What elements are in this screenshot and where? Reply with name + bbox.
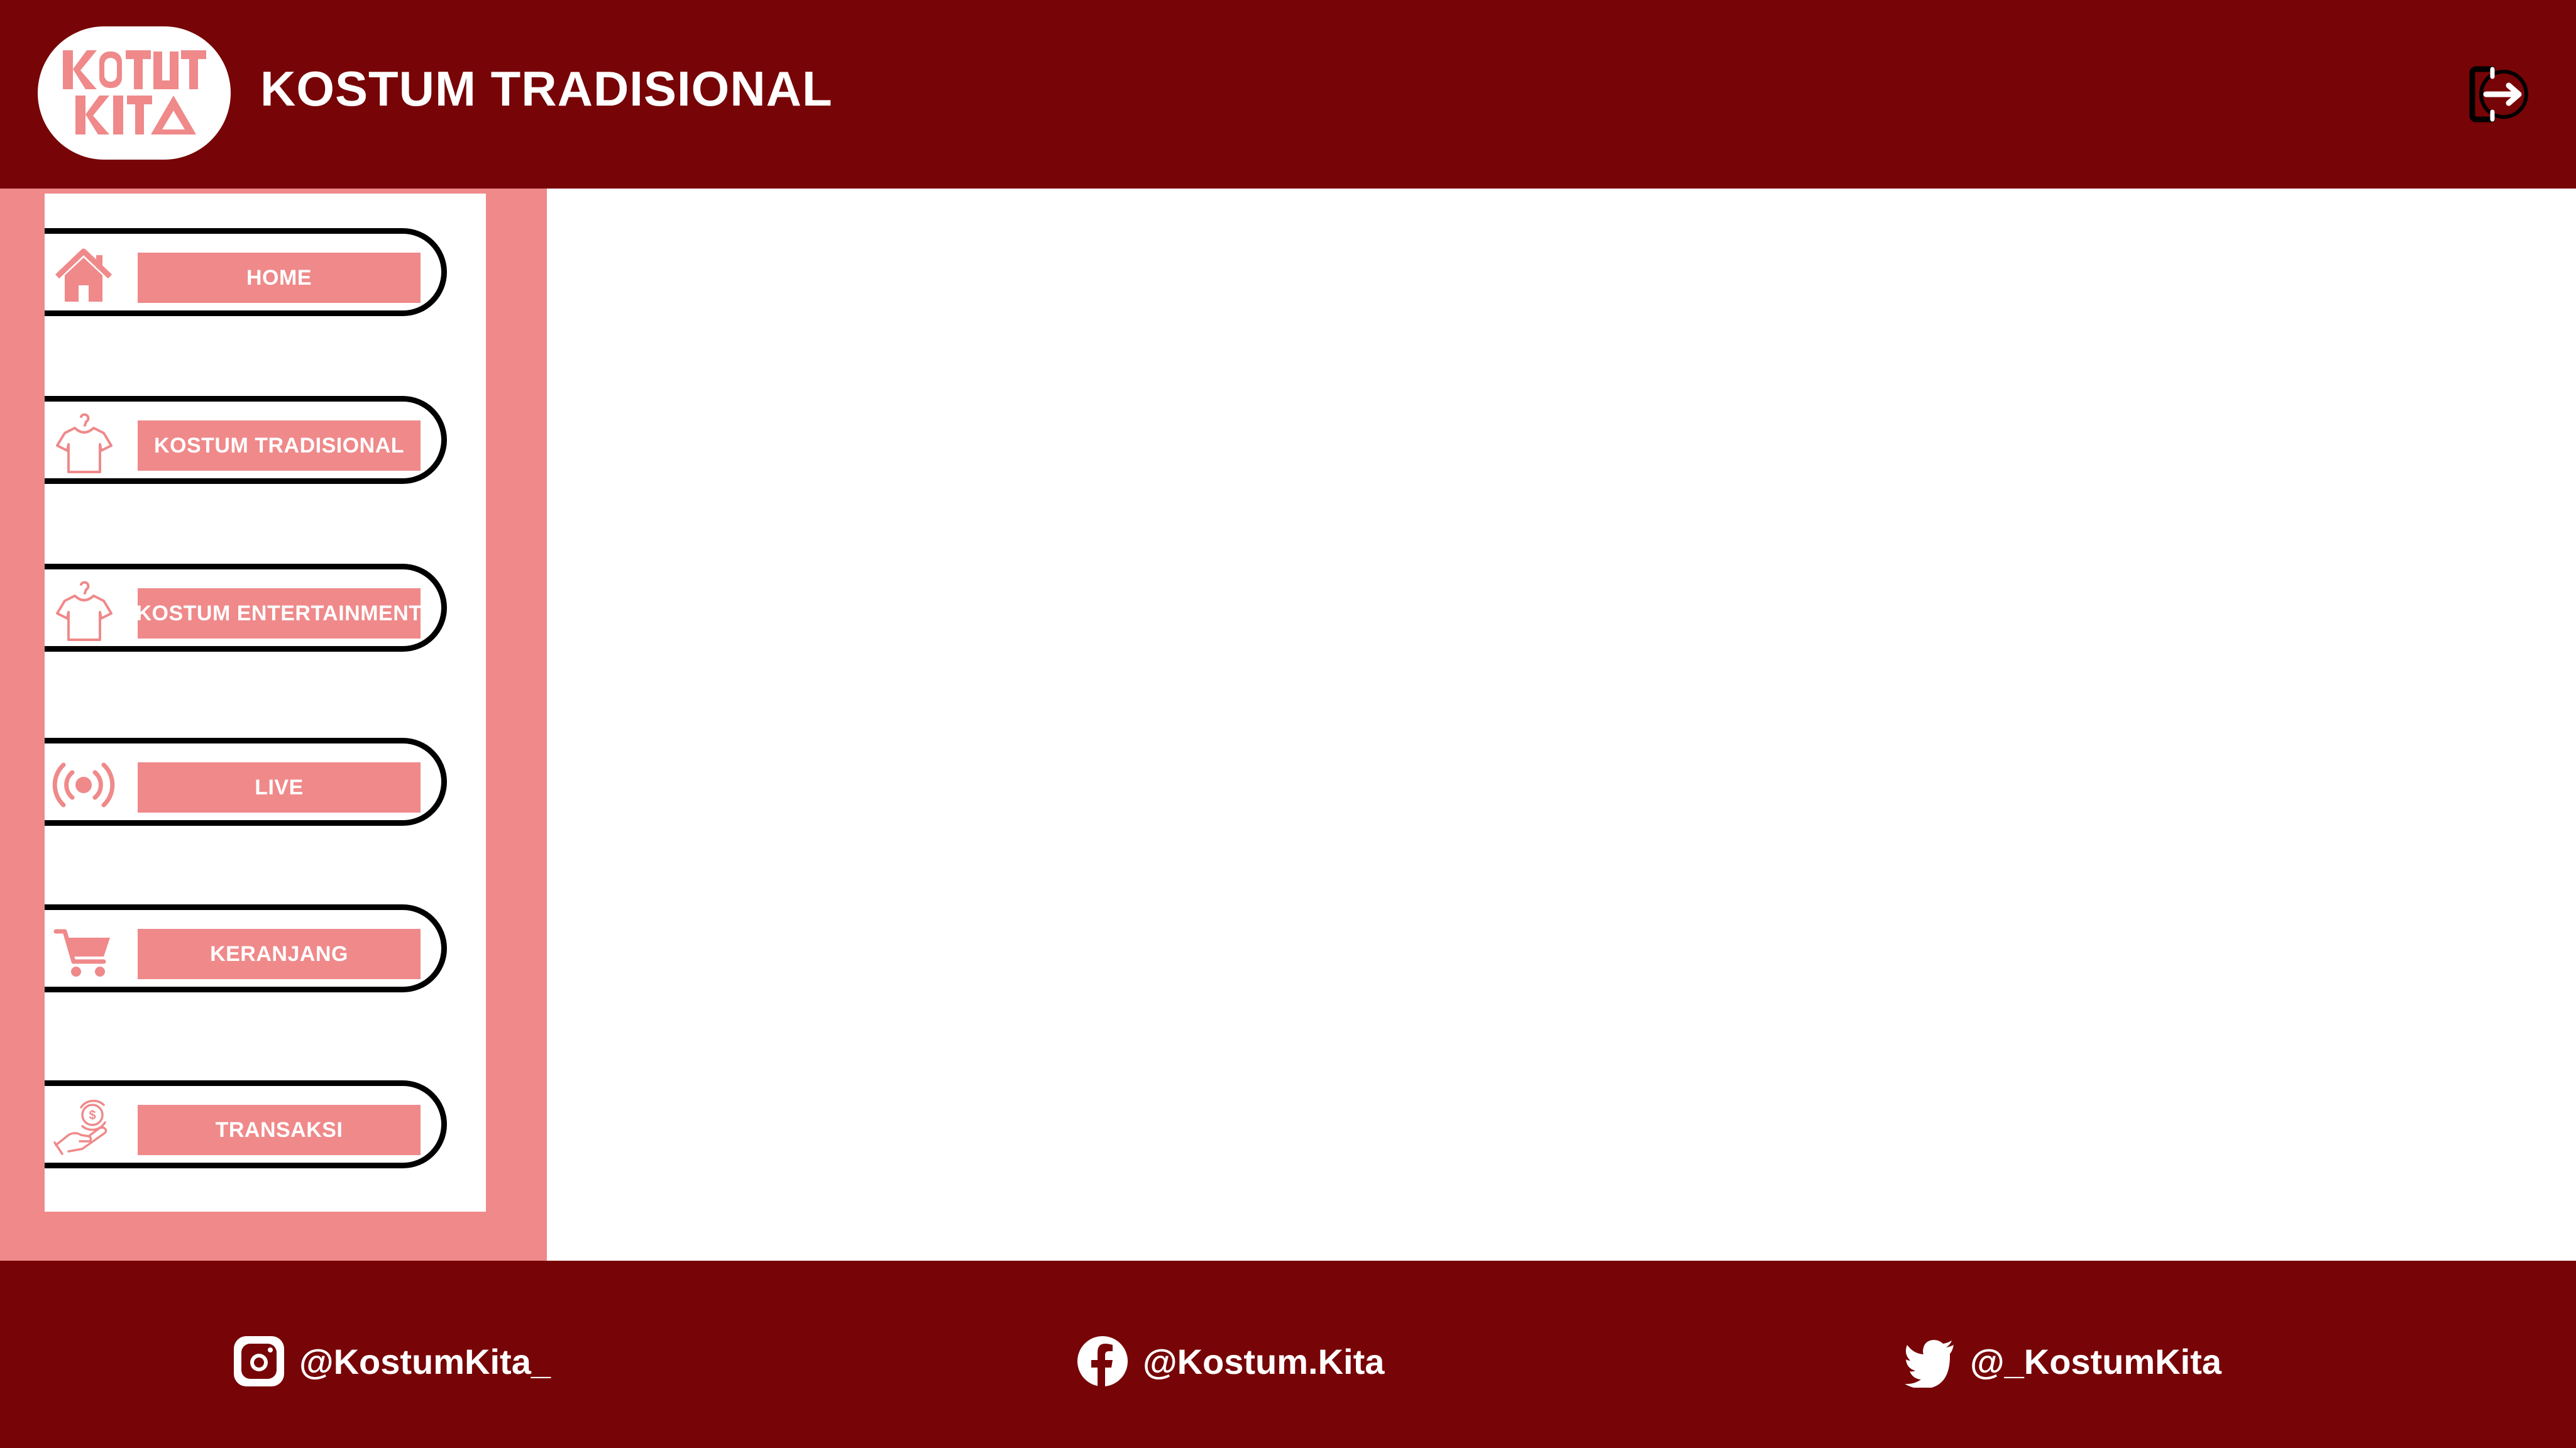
sidebar-item-label: TRANSAKSI	[138, 1105, 421, 1155]
shirt-hanger-icon	[52, 579, 115, 642]
sidebar-item-label: KOSTUM TRADISIONAL	[138, 420, 421, 471]
instagram-handle: @KostumKita_	[299, 1341, 551, 1381]
money-hand-icon: $	[52, 1096, 115, 1159]
twitter-icon	[1905, 1340, 1954, 1388]
instagram-icon	[234, 1336, 284, 1386]
cart-icon	[52, 920, 115, 983]
sidebar-item-kostum-tradisional[interactable]: KOSTUM TRADISIONAL	[45, 396, 447, 484]
twitter-handle: @_KostumKita	[1970, 1341, 2221, 1381]
twitter-link[interactable]: @_KostumKita	[1903, 1333, 2221, 1390]
main-content-area	[547, 189, 2576, 1261]
sidebar-item-live[interactable]: LIVE	[45, 738, 447, 826]
footer-bar: @KostumKita_ @Kostum.Kita @_KostumKita	[0, 1261, 2576, 1448]
svg-text:$: $	[89, 1109, 96, 1122]
sidebar-item-keranjang[interactable]: KERANJANG	[45, 904, 447, 992]
facebook-handle: @Kostum.Kita	[1143, 1341, 1385, 1381]
facebook-link[interactable]: @Kostum.Kita	[1076, 1333, 1384, 1390]
kostum-kita-logo[interactable]	[38, 26, 231, 160]
sidebar-menu-panel: HOME KOSTUM TRADISIONAL KOSTUM ENTERTAIN…	[45, 194, 486, 1212]
sidebar-item-label: LIVE	[138, 762, 421, 813]
sidebar-item-home[interactable]: HOME	[45, 228, 447, 316]
header-bar: KOSTUM TRADISIONAL	[0, 0, 2576, 189]
live-broadcast-icon	[52, 754, 115, 816]
sidebar: HOME KOSTUM TRADISIONAL KOSTUM ENTERTAIN…	[0, 189, 547, 1261]
sidebar-item-label: KERANJANG	[138, 929, 421, 979]
sidebar-item-kostum-entertainment[interactable]: KOSTUM ENTERTAINMENT	[45, 564, 447, 652]
sidebar-item-label: HOME	[138, 253, 421, 303]
home-icon	[52, 244, 115, 307]
page-title: KOSTUM TRADISIONAL	[260, 61, 833, 116]
shirt-hanger-icon	[52, 412, 115, 474]
facebook-icon	[1077, 1336, 1128, 1388]
sidebar-item-label: KOSTUM ENTERTAINMENT	[136, 588, 422, 639]
sidebar-item-transaksi[interactable]: $ TRANSAKSI	[45, 1080, 447, 1168]
logout-icon[interactable]	[2467, 63, 2530, 126]
instagram-link[interactable]: @KostumKita_	[233, 1333, 551, 1390]
